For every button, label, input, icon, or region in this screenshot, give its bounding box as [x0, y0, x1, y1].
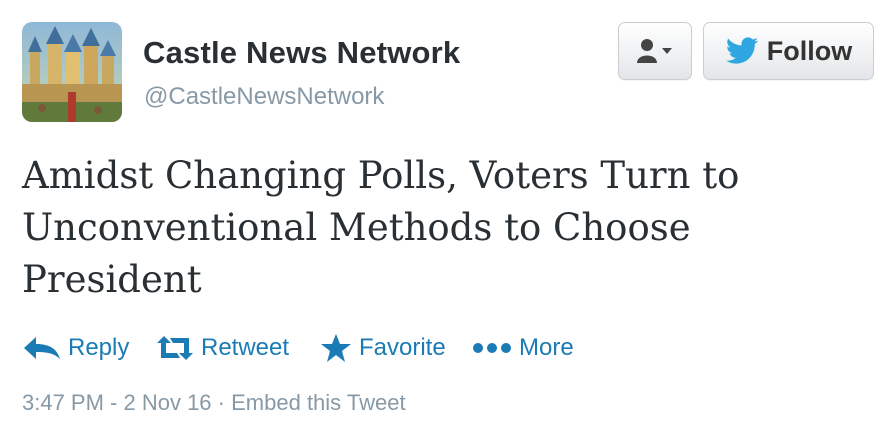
avatar[interactable] [22, 22, 122, 122]
reply-action[interactable]: Reply [22, 328, 129, 368]
more-dots-icon [473, 343, 511, 353]
tweet-meta: 3:47 PM - 2 Nov 16 · Embed this Tweet [22, 390, 406, 416]
meta-separator: · [217, 390, 225, 415]
star-icon [321, 334, 351, 362]
follow-button[interactable]: Follow [703, 22, 874, 80]
retweet-icon [157, 336, 193, 360]
reply-arrow-icon [24, 337, 60, 359]
castle-avatar-icon [22, 22, 122, 122]
tweet-card: Castle News Network @CastleNewsNetwork F… [0, 0, 885, 427]
more-label: More [519, 334, 574, 361]
follow-label: Follow [766, 35, 853, 66]
user-dropdown-button[interactable] [618, 22, 692, 80]
reply-label: Reply [68, 334, 130, 361]
embed-tweet-link[interactable]: Embed this Tweet [231, 390, 405, 415]
retweet-label: Retweet [201, 334, 290, 361]
favorite-label: Favorite [359, 334, 446, 361]
account-handle[interactable]: @CastleNewsNetwork [144, 83, 384, 111]
retweet-action[interactable]: Retweet [155, 328, 289, 368]
tweet-timestamp[interactable]: 3:47 PM - 2 Nov 16 [22, 390, 212, 415]
favorite-action[interactable]: Favorite [319, 328, 446, 368]
more-action[interactable]: More [471, 328, 574, 368]
user-dropdown-icon [637, 39, 672, 63]
tweet-text: Amidst Changing Polls, Voters Turn to Un… [22, 154, 740, 301]
twitter-bird-icon [725, 37, 758, 64]
display-name[interactable]: Castle News Network [143, 35, 460, 71]
